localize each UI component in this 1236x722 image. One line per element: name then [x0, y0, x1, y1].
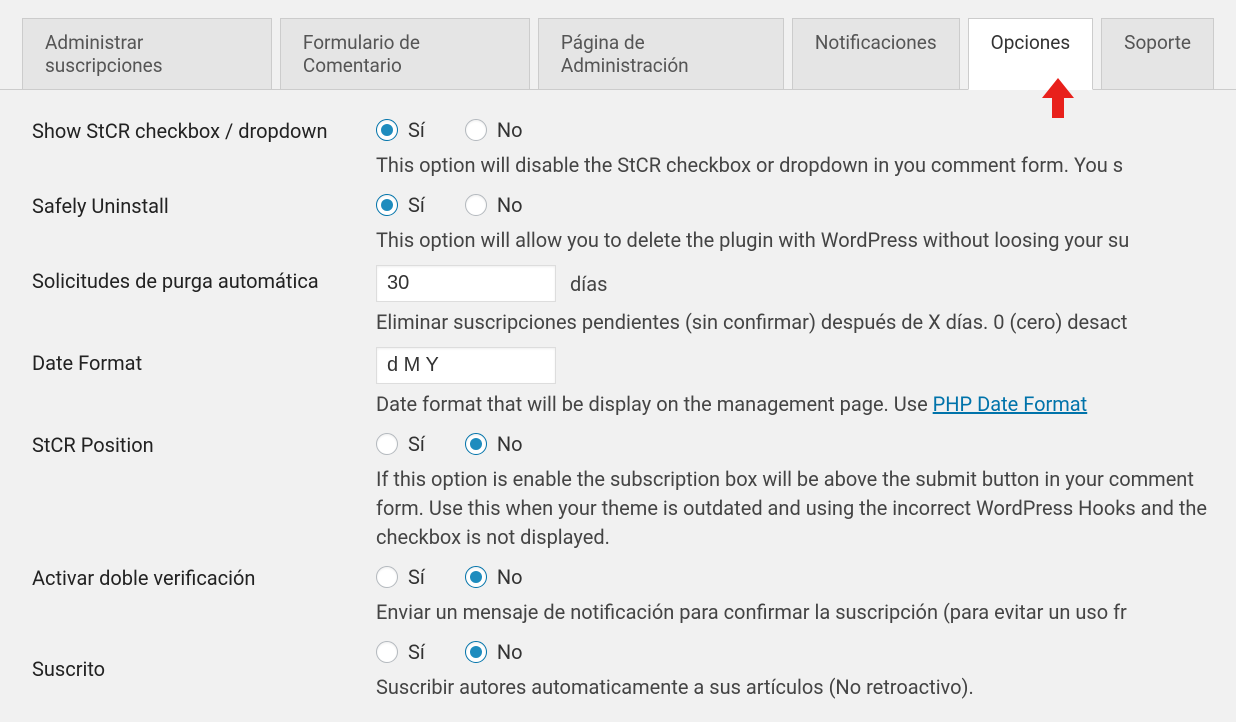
link-php-date-format[interactable]: PHP Date Format [933, 392, 1088, 416]
radio-label-yes: Sí [408, 562, 425, 592]
row-date-format: Date Format Date format that will be dis… [32, 347, 1226, 419]
radio-label-yes: Sí [408, 429, 425, 459]
radio-label-no: No [497, 115, 523, 145]
label-date-format: Date Format [32, 347, 376, 377]
tab-bar: Administrar suscripciones Formulario de … [0, 0, 1236, 90]
row-double-check: Activar doble verificación Sí No Enviar … [32, 562, 1226, 627]
input-date-format[interactable] [376, 347, 556, 384]
desc-purge: Eliminar suscripciones pendientes (sin c… [376, 308, 1226, 337]
radio-double-check-no[interactable] [465, 566, 487, 588]
row-subscribed: Suscrito Sí No Suscribir autores automat… [32, 637, 1226, 702]
radio-label-no: No [497, 429, 523, 459]
row-purge: Solicitudes de purga automática días Eli… [32, 265, 1226, 337]
label-safely-uninstall: Safely Uninstall [32, 190, 376, 220]
radio-label-no: No [497, 637, 523, 667]
desc-safely-uninstall: This option will allow you to delete the… [376, 226, 1226, 255]
label-double-check: Activar doble verificación [32, 562, 376, 592]
tab-manage-subscriptions[interactable]: Administrar suscripciones [22, 18, 272, 89]
desc-double-check: Enviar un mensaje de notificación para c… [376, 598, 1226, 627]
tab-support[interactable]: Soporte [1101, 18, 1214, 89]
desc-stcr-position: If this option is enable the subscriptio… [376, 465, 1226, 552]
radio-subscribed-no[interactable] [465, 641, 487, 663]
desc-show-checkbox: This option will disable the StCR checkb… [376, 151, 1226, 180]
radio-label-no: No [497, 190, 523, 220]
radio-label-yes: Sí [408, 190, 425, 220]
radio-label-yes: Sí [408, 637, 425, 667]
radio-subscribed-yes[interactable] [376, 641, 398, 663]
label-stcr-position: StCR Position [32, 429, 376, 459]
desc-subscribed: Suscribir autores automaticamente a sus … [376, 673, 1226, 702]
options-form: Show StCR checkbox / dropdown Sí No This… [0, 90, 1236, 722]
tab-admin-page[interactable]: Página de Administración [538, 18, 784, 89]
radio-show-checkbox-no[interactable] [465, 119, 487, 141]
unit-days: días [570, 269, 607, 299]
radio-double-check-yes[interactable] [376, 566, 398, 588]
row-stcr-position: StCR Position Sí No If this option is en… [32, 429, 1226, 552]
radio-label-yes: Sí [408, 115, 425, 145]
tab-notifications[interactable]: Notificaciones [792, 18, 960, 89]
desc-date-format: Date format that will be display on the … [376, 390, 1226, 419]
radio-label-no: No [497, 562, 523, 592]
label-show-checkbox: Show StCR checkbox / dropdown [32, 115, 376, 145]
label-subscribed: Suscrito [32, 637, 376, 683]
tab-comment-form[interactable]: Formulario de Comentario [280, 18, 530, 89]
radio-safely-uninstall-yes[interactable] [376, 194, 398, 216]
tab-options[interactable]: Opciones [968, 18, 1094, 90]
radio-safely-uninstall-no[interactable] [465, 194, 487, 216]
row-show-checkbox: Show StCR checkbox / dropdown Sí No This… [32, 115, 1226, 180]
radio-stcr-position-yes[interactable] [376, 433, 398, 455]
radio-show-checkbox-yes[interactable] [376, 119, 398, 141]
radio-stcr-position-no[interactable] [465, 433, 487, 455]
label-purge: Solicitudes de purga automática [32, 265, 376, 295]
input-purge-days[interactable] [376, 265, 556, 302]
row-safely-uninstall: Safely Uninstall Sí No This option will … [32, 190, 1226, 255]
